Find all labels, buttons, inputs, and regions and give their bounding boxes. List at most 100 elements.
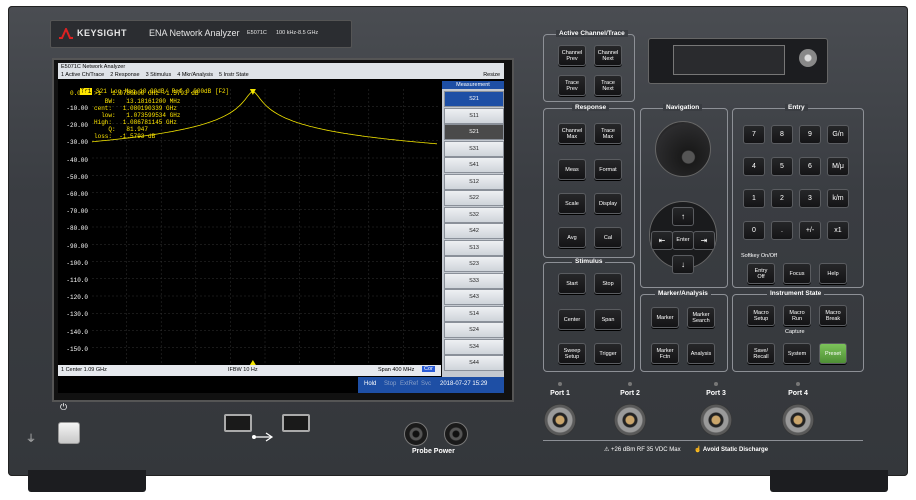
y-tick-label: -70.00 <box>66 208 88 216</box>
softkey-s44[interactable]: S44 <box>444 355 504 371</box>
entry-key[interactable]: 6 <box>799 157 821 176</box>
arrow-up-icon[interactable]: ↑ <box>672 207 694 226</box>
port-connector[interactable] <box>700 404 732 436</box>
trace-next-button[interactable]: Trace Next <box>594 75 622 96</box>
arrow-right-icon[interactable]: ⇥ <box>693 231 715 250</box>
bandwidth-stats: BW: 13.18161200 MHz cent: 1.080190339 GHz… <box>94 98 180 140</box>
macro-setup-button[interactable]: Macro Setup <box>747 305 775 326</box>
y-tick-label: -60.00 <box>66 191 88 198</box>
port-connector[interactable] <box>544 404 576 436</box>
cor-indicator: Cor <box>422 366 435 372</box>
softkey-s21[interactable]: S21 <box>444 124 504 140</box>
save-recall-button[interactable]: Save/ Recall <box>747 343 775 364</box>
entry-key[interactable]: 2 <box>771 189 793 208</box>
channel-max-button[interactable]: Channel Max <box>558 123 586 144</box>
marker-search-button[interactable]: Marker Search <box>687 307 715 328</box>
system-button[interactable]: System <box>783 343 811 364</box>
marker-button[interactable]: Marker <box>651 307 679 328</box>
trace-prev-button[interactable]: Trace Prev <box>558 75 586 96</box>
sweep-setup-button[interactable]: Sweep Setup <box>558 343 586 364</box>
meas-button[interactable]: Meas <box>558 159 586 180</box>
channel-prev-button[interactable]: Channel Prev <box>558 45 586 66</box>
menu-mkr-analysis[interactable]: 4 Mkr/Analysis <box>177 71 213 79</box>
stop-button[interactable]: Stop <box>594 273 622 294</box>
softkey-s31[interactable]: S31 <box>444 140 504 157</box>
menu-stimulus[interactable]: 3 Stimulus <box>146 71 172 79</box>
power-button[interactable] <box>58 422 80 444</box>
channel-next-button[interactable]: Channel Next <box>594 45 622 66</box>
softkey-s33[interactable]: S33 <box>444 272 504 289</box>
probe-power-port-1[interactable] <box>404 422 428 446</box>
analysis-button[interactable]: Analysis <box>687 343 715 364</box>
center-button[interactable]: Center <box>558 309 586 330</box>
entry-panel: Entry 7 8 9 G/n 4 5 6 M/μ 1 2 3 k/m 0. +/- x1 Softkey … <box>732 104 864 288</box>
softkey-s41[interactable]: S41 <box>444 157 504 173</box>
softkey-s23[interactable]: S23 <box>444 256 504 272</box>
entry-off-button[interactable]: Entry Off <box>747 263 775 284</box>
trigger-button[interactable]: Trigger <box>594 343 622 364</box>
entry-key[interactable]: k/m <box>827 189 849 208</box>
entry-key[interactable]: 9 <box>799 125 821 144</box>
softkey-s21[interactable]: S21 <box>444 91 504 107</box>
entry-key[interactable]: 5 <box>771 157 793 176</box>
start-button[interactable]: Start <box>558 273 586 294</box>
removable-drive-bay <box>648 38 828 84</box>
softkey-s13[interactable]: S13 <box>444 239 504 256</box>
display-screen: E5071C Network Analyzer 1 Active Ch/Trac… <box>58 63 504 393</box>
softkey-s12[interactable]: S12 <box>444 173 504 190</box>
softkey-s11[interactable]: S11 <box>444 107 504 124</box>
port-led <box>714 382 718 386</box>
probe-power-port-2[interactable] <box>444 422 468 446</box>
menu-response[interactable]: 2 Response <box>110 71 139 79</box>
entry-key[interactable]: 0 <box>743 221 765 240</box>
usb-port-2[interactable] <box>282 414 310 432</box>
rotary-knob[interactable] <box>655 121 711 177</box>
span-button[interactable]: Span <box>594 309 622 330</box>
port-connector[interactable] <box>614 404 646 436</box>
focus-button[interactable]: Focus <box>783 263 811 284</box>
menu-active-ch[interactable]: 1 Active Ch/Trace <box>61 71 104 79</box>
enter-button[interactable]: Enter <box>672 231 694 250</box>
cal-button[interactable]: Cal <box>594 227 622 248</box>
entry-key[interactable]: x1 <box>827 221 849 240</box>
entry-key[interactable]: M/μ <box>827 157 849 176</box>
instrument-state-panel: Instrument State Macro Setup Macro Run M… <box>732 290 864 372</box>
arrow-down-icon[interactable]: ↓ <box>672 255 694 274</box>
entry-key[interactable]: 8 <box>771 125 793 144</box>
response-title: Response <box>572 104 610 111</box>
menu-resize[interactable]: Resize <box>483 71 504 79</box>
softkey-s42[interactable]: S42 <box>444 223 504 239</box>
trace-max-button[interactable]: Trace Max <box>594 123 622 144</box>
entry-key[interactable]: 7 <box>743 125 765 144</box>
y-tick-label: -120.0 <box>66 294 88 302</box>
display-button[interactable]: Display <box>594 193 622 214</box>
port-connector[interactable] <box>782 404 814 436</box>
softkey-s22[interactable]: S22 <box>444 190 504 206</box>
entry-key[interactable]: G/n <box>827 125 849 144</box>
stat-line: cent: 1.080190339 GHz <box>94 105 177 112</box>
arrow-left-icon[interactable]: ⇤ <box>651 231 673 250</box>
softkey-s34[interactable]: S34 <box>444 338 504 355</box>
softkey-s24[interactable]: S24 <box>444 322 504 338</box>
macro-break-button[interactable]: Macro Break <box>819 305 847 326</box>
entry-key[interactable]: 3 <box>799 189 821 208</box>
y-tick-label: -40.00 <box>66 156 88 164</box>
softkey-s43[interactable]: S43 <box>444 289 504 305</box>
format-button[interactable]: Format <box>594 159 622 180</box>
marker-fctn-button[interactable]: Marker Fctn <box>651 343 679 364</box>
macro-run-button[interactable]: Macro Run <box>783 305 811 326</box>
avg-button[interactable]: Avg <box>558 227 586 248</box>
preset-button[interactable]: Preset <box>819 343 847 364</box>
entry-key[interactable]: +/- <box>799 221 821 240</box>
entry-key[interactable]: 1 <box>743 189 765 208</box>
menu-instr-state[interactable]: 5 Instr State <box>219 71 249 79</box>
scale-button[interactable]: Scale <box>558 193 586 214</box>
softkey-s32[interactable]: S32 <box>444 206 504 223</box>
help-button[interactable]: Help <box>819 263 847 284</box>
usb-port-1[interactable] <box>224 414 252 432</box>
softkey-s14[interactable]: S14 <box>444 305 504 322</box>
entry-key[interactable]: . <box>771 221 793 240</box>
port-led <box>558 382 562 386</box>
drive-lock-icon[interactable] <box>799 49 817 67</box>
entry-key[interactable]: 4 <box>743 157 765 176</box>
